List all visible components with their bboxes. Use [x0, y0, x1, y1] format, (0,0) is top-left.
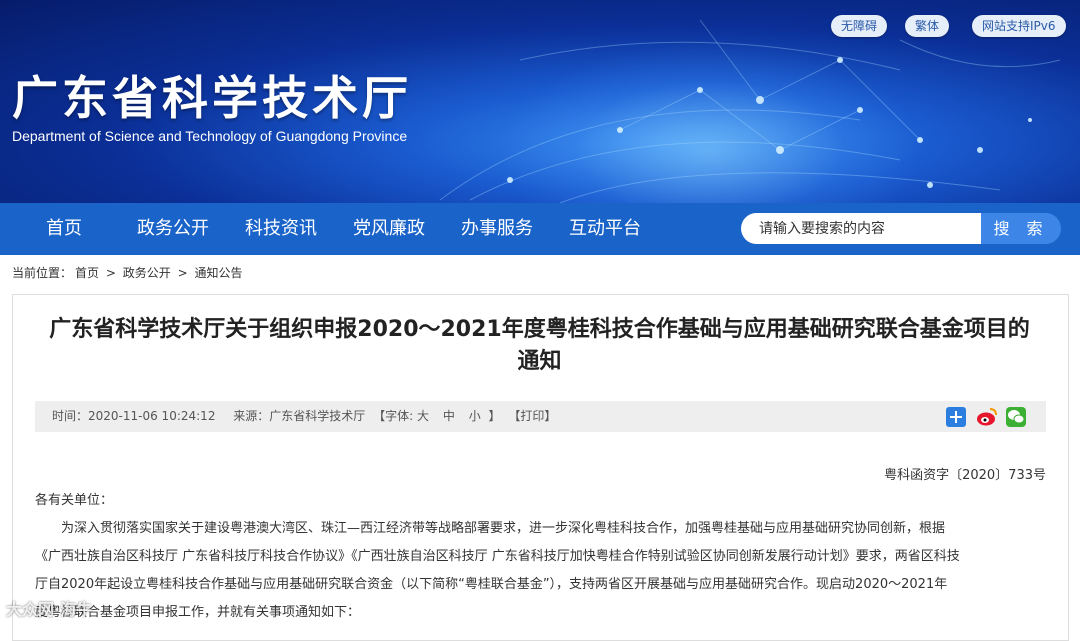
- paragraph-line-4: 度粤桂联合基金项目申报工作，并就有关事项通知如下：: [35, 605, 361, 620]
- paragraph-line-3: 厅自2020年起设立粤桂科技合作基础与应用基础研究联合资金（以下简称“粤桂联合基…: [35, 577, 948, 592]
- font-size-label: 【字体:: [373, 409, 414, 423]
- weibo-icon[interactable]: [976, 407, 997, 427]
- paragraph-line-1: 为深入贯彻落实国家关于建设粤港澳大湾区、珠江—西江经济带等战略部署要求，进一步深…: [61, 521, 946, 536]
- watermark: 大众网·海牛: [6, 600, 93, 619]
- site-subtitle: Department of Science and Technology of …: [12, 128, 408, 144]
- print-link[interactable]: 【打印】: [508, 409, 556, 423]
- nav-item-services[interactable]: 办事服务: [461, 203, 533, 255]
- nav-item-party-integrity[interactable]: 党风廉政: [353, 203, 425, 255]
- publish-time: 时间：2020-11-06 10:24:12: [52, 409, 216, 423]
- wechat-icon[interactable]: [1006, 407, 1026, 427]
- breadcrumb-item-notices[interactable]: 通知公告: [194, 266, 242, 280]
- search-input[interactable]: [741, 213, 974, 244]
- ipv6-support-link[interactable]: 网站支持IPv6: [972, 15, 1066, 37]
- search-button[interactable]: 搜 索: [981, 213, 1061, 244]
- font-size-label-close: 】: [488, 409, 501, 423]
- document-number: 粤科函资字〔2020〕733号: [884, 468, 1046, 483]
- paragraph-line-2: 《广西壮族自治区科技厅 广东省科技厅科技合作协议》《广西壮族自治区科技厅 广东省…: [35, 549, 960, 564]
- breadcrumb-prefix: 当前位置：: [12, 266, 73, 280]
- accessibility-link[interactable]: 无障碍: [831, 15, 888, 37]
- article-title-line2: 通知: [517, 349, 562, 374]
- breadcrumb-item-home[interactable]: 首页: [75, 266, 99, 280]
- font-size-medium-link[interactable]: 中: [443, 409, 455, 423]
- breadcrumb-item-gov-affairs[interactable]: 政务公开: [123, 266, 171, 280]
- article-source: 来源：广东省科学技术厅: [233, 409, 366, 423]
- search-box: [741, 213, 981, 244]
- article-meta: 时间：2020-11-06 10:24:12 来源：广东省科学技术厅 【字体: …: [52, 401, 556, 432]
- font-size-large-link[interactable]: 大: [417, 409, 429, 423]
- breadcrumb-separator: >: [177, 266, 188, 280]
- article-title-line1: 广东省科学技术厅关于组织申报2020～2021年度粤桂科技合作基础与应用基础研究…: [49, 317, 1030, 342]
- breadcrumb: 当前位置： 首页 > 政务公开 > 通知公告: [12, 264, 246, 281]
- article-title: 广东省科学技术厅关于组织申报2020～2021年度粤桂科技合作基础与应用基础研究…: [12, 314, 1067, 378]
- traditional-chinese-link[interactable]: 繁体: [905, 15, 950, 37]
- site-title: 广东省科学技术厅: [12, 71, 412, 125]
- salutation: 各有关单位：: [35, 493, 114, 508]
- nav-item-interaction[interactable]: 互动平台: [569, 203, 641, 255]
- nav-item-gov-affairs[interactable]: 政务公开: [137, 203, 209, 255]
- breadcrumb-separator: >: [105, 266, 116, 280]
- nav-item-sci-news[interactable]: 科技资讯: [245, 203, 317, 255]
- article-meta-bar: 时间：2020-11-06 10:24:12 来源：广东省科学技术厅 【字体: …: [35, 401, 1046, 432]
- nav-item-home[interactable]: 首页: [46, 203, 82, 255]
- font-size-small-link[interactable]: 小: [469, 409, 481, 423]
- plus-share-icon[interactable]: [946, 407, 966, 427]
